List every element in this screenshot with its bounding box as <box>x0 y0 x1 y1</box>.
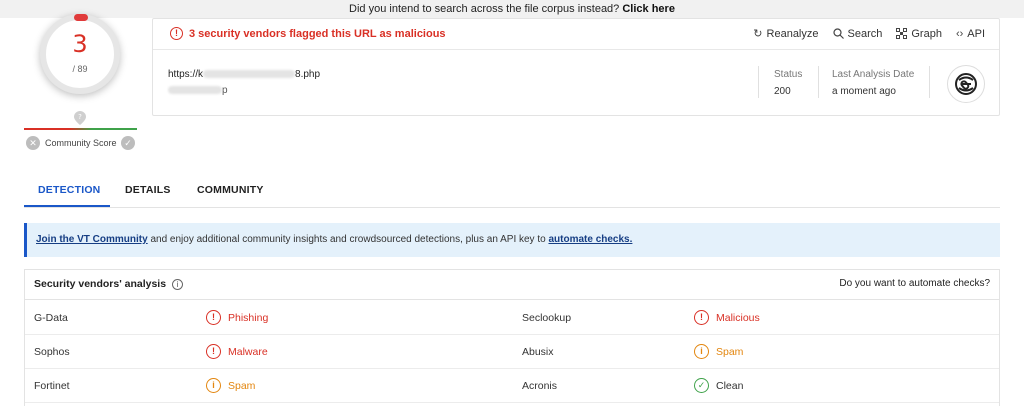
vendor-name: Seclookup <box>522 312 572 324</box>
status-meta: Status 200 <box>774 69 802 97</box>
search-button[interactable]: Search <box>832 27 883 40</box>
redacted-url-segment <box>203 70 296 79</box>
result-label: Phishing <box>228 311 269 324</box>
status-value: 200 <box>774 86 791 97</box>
flag-text: 3 security vendors flagged this URL as m… <box>189 27 446 40</box>
vendor-name: G-Data <box>34 312 68 324</box>
url-suffix: 8.php <box>295 69 321 80</box>
vendors-analysis-table: Security vendors' analysis i Do you want… <box>24 269 1000 406</box>
community-score-bar <box>24 128 137 130</box>
alert-icon: ! <box>170 27 183 40</box>
last-analysis-value: a moment ago <box>832 86 896 97</box>
result-label: Spam <box>716 345 744 358</box>
api-icon: ‹› <box>955 27 964 40</box>
meta-divider <box>818 66 819 98</box>
banner-text: and enjoy additional community insights … <box>147 234 549 245</box>
detection-count: 3 <box>72 30 88 58</box>
summary-actions: ↻ Reanalyze Search Graph ‹› API <box>753 27 985 41</box>
engine-total: / 89 <box>72 64 88 74</box>
community-banner: Join the VT Community and enjoy addition… <box>24 223 1000 257</box>
upvote-icon[interactable]: ✓ <box>121 136 135 150</box>
active-tab-indicator <box>24 205 110 207</box>
malicious-alert-icon: ! <box>206 310 221 325</box>
report-tabs: DETECTION DETAILS COMMUNITY <box>24 176 1000 208</box>
score-ring-indicator <box>74 14 88 21</box>
svg-text:?: ? <box>78 113 82 121</box>
vendor-result: i Spam <box>206 378 255 393</box>
vendor-name: Sophos <box>34 346 70 358</box>
clean-check-icon: ✓ <box>694 378 709 393</box>
malicious-flag: ! 3 security vendors flagged this URL as… <box>170 27 446 40</box>
vendors-title: Security vendors' analysis i <box>34 278 184 290</box>
vendors-header: Security vendors' analysis i Do you want… <box>25 270 999 300</box>
graph-button[interactable]: Graph <box>896 27 942 40</box>
search-icon <box>832 28 844 39</box>
result-label: Malware <box>228 345 268 358</box>
graph-label: Graph <box>911 27 942 40</box>
community-score-marker-icon: ? <box>74 111 86 125</box>
result-label: Spam <box>228 379 256 392</box>
tab-community[interactable]: COMMUNITY <box>197 184 264 196</box>
vendor-name: Acronis <box>522 380 558 392</box>
join-community-link[interactable]: Join the VT Community <box>36 234 148 245</box>
vendor-name: Abusix <box>522 346 554 358</box>
table-row: G-Data ! Phishing Seclookup ! Malicious <box>25 301 999 335</box>
url-prefix: https://k <box>168 69 204 80</box>
vendor-result: i Spam <box>694 344 743 359</box>
api-label: API <box>967 27 985 40</box>
link-globe-icon <box>955 73 977 95</box>
downvote-icon[interactable]: ✕ <box>26 136 40 150</box>
tab-detection[interactable]: DETECTION <box>38 184 100 196</box>
last-analysis-label: Last Analysis Date <box>832 69 915 80</box>
malicious-alert-icon: ! <box>206 344 221 359</box>
malicious-alert-icon: ! <box>694 310 709 325</box>
meta-divider <box>758 66 759 98</box>
info-icon[interactable]: i <box>172 278 184 290</box>
graph-icon <box>896 28 908 39</box>
click-here-link[interactable]: Click here <box>622 3 675 15</box>
url-type-icon <box>947 65 985 103</box>
vendor-result: ✓ Clean <box>694 378 743 393</box>
api-button[interactable]: ‹› API <box>956 27 985 40</box>
meta-divider <box>929 66 930 98</box>
detection-score-ring: 3 / 89 <box>40 14 120 94</box>
vendor-result: ! Malware <box>206 344 268 359</box>
suggestion-text: Did you intend to search across the file… <box>349 3 620 15</box>
automate-checks-prompt[interactable]: Do you want to automate checks? <box>839 278 990 289</box>
summary-header-row: ! 3 security vendors flagged this URL as… <box>153 19 999 50</box>
tab-details[interactable]: DETAILS <box>125 184 171 196</box>
reanalyze-button[interactable]: ↻ Reanalyze <box>753 27 819 41</box>
search-label: Search <box>847 27 883 40</box>
reanalyze-label: Reanalyze <box>766 27 819 40</box>
table-row: Fortinet i Spam Acronis ✓ Clean <box>25 369 999 403</box>
search-suggestion-bar: Did you intend to search across the file… <box>0 0 1024 18</box>
refresh-icon: ↻ <box>753 28 763 40</box>
redacted-host-segment <box>168 86 222 95</box>
result-label: Clean <box>716 379 744 392</box>
community-score: ✕ Community Score ✓ <box>24 135 137 151</box>
vendors-title-text: Security vendors' analysis <box>34 278 167 290</box>
automate-checks-link[interactable]: automate checks. <box>548 234 632 245</box>
suspicious-info-icon: i <box>694 344 709 359</box>
suspicious-info-icon: i <box>206 378 221 393</box>
status-label: Status <box>774 69 803 80</box>
host-suffix: p <box>222 85 228 96</box>
analyzed-host: p <box>168 85 228 96</box>
url-summary-card: ! 3 security vendors flagged this URL as… <box>152 18 1000 116</box>
table-row: Sophos ! Malware Abusix i Spam <box>25 335 999 369</box>
community-score-label: Community Score <box>45 138 117 148</box>
analyzed-url: https://k 8.php <box>168 69 320 80</box>
last-analysis-meta: Last Analysis Date a moment ago <box>832 69 914 97</box>
vendor-result: ! Malicious <box>694 310 760 325</box>
vendor-result: ! Phishing <box>206 310 268 325</box>
vendor-name: Fortinet <box>34 380 70 392</box>
result-label: Malicious <box>716 311 760 324</box>
